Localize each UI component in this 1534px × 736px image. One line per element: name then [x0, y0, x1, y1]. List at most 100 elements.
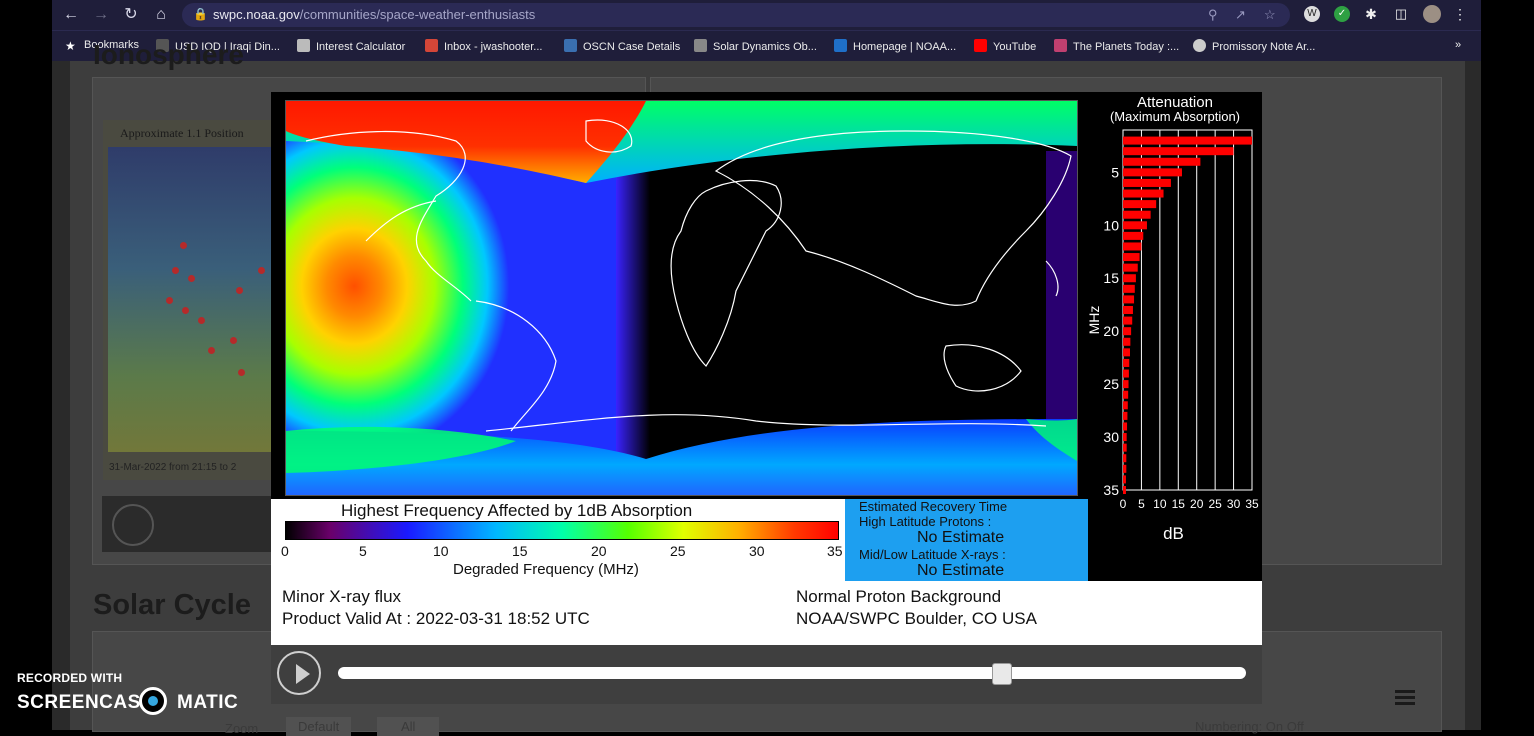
attenuation-bar	[1123, 295, 1135, 304]
animation-slider[interactable]	[338, 663, 1246, 685]
screencast-logo-icon	[139, 687, 167, 715]
attenuation-bar	[1123, 210, 1151, 219]
bookmark-item[interactable]: Homepage | NOAA...	[834, 39, 956, 53]
product-valid-time: Product Valid At : 2022-03-31 18:52 UTC	[282, 609, 590, 628]
url-text: swpc.noaa.gov/communities/space-weather-…	[213, 7, 536, 22]
colorbar-tick: 35	[827, 543, 843, 559]
more-bookmarks-icon[interactable]: »	[1455, 39, 1461, 51]
attenuation-bar	[1123, 168, 1182, 177]
attenuation-ytick-label: 25	[1103, 376, 1119, 392]
attenuation-bar	[1123, 454, 1127, 463]
attenuation-ytick-label: 20	[1103, 323, 1119, 339]
drap-image-viewer: Attenuation (Maximum Absorption) 5 10 15 20…	[271, 92, 1262, 704]
default-tab[interactable]: Default	[286, 717, 352, 736]
section-title-ionosphere: Ionosphere	[93, 39, 244, 70]
browser-toolbar: ← → ↻ ⌂ 🔒 swpc.noaa.gov/communities/spac…	[52, 0, 1481, 30]
hamburger-menu-icon[interactable]	[1395, 690, 1417, 706]
attenuation-bar	[1123, 443, 1127, 452]
sdo-icon	[694, 39, 707, 52]
check-extension-icon[interactable]: ✓	[1334, 6, 1350, 22]
bookmark-item[interactable]: Promissory Note Ar...	[1193, 39, 1315, 53]
w-extension-icon[interactable]: W	[1304, 6, 1320, 22]
attenuation-xtick-label: 30	[1227, 497, 1241, 511]
colorbar-tick: 15	[512, 543, 528, 559]
page-gutter-left	[52, 61, 70, 730]
attenuation-bar	[1123, 464, 1127, 473]
attenuation-bar	[1123, 485, 1126, 495]
attenuation-bar	[1123, 422, 1128, 431]
background-aurora-map: Approximate 1.1 Position 31-Mar-2022 fro…	[103, 120, 278, 480]
attenuation-bar	[1123, 358, 1130, 367]
attenuation-ytick-label: 15	[1103, 270, 1119, 286]
section-title-solar-cycle: Solar Cycle	[93, 589, 251, 621]
play-button[interactable]	[277, 651, 321, 695]
page-gutter-right	[1465, 61, 1481, 730]
all-tab[interactable]: All	[377, 717, 440, 736]
bookmark-item[interactable]: The Planets Today :...	[1054, 39, 1179, 53]
colorbar-gradient	[285, 521, 839, 540]
address-bar[interactable]: 🔒 swpc.noaa.gov/communities/space-weathe…	[182, 3, 1290, 27]
attenuation-xtick-label: 35	[1245, 497, 1259, 511]
attenuation-bar	[1123, 305, 1133, 315]
attenuation-bar	[1123, 136, 1252, 145]
background-map-caption: Approximate 1.1 Position	[120, 126, 244, 140]
menu-kebab-icon[interactable]: ⋮	[1452, 6, 1468, 22]
attenuation-bar	[1123, 475, 1126, 484]
bookmark-item[interactable]: OSCN Case Details	[564, 39, 680, 53]
bookmark-item[interactable]: Inbox - jwashooter...	[425, 39, 542, 53]
attenuation-xtick-label: 25	[1208, 497, 1222, 511]
extensions-puzzle-icon[interactable]: ✱	[1363, 6, 1379, 22]
attenuation-bar	[1123, 274, 1136, 283]
attenuation-bar	[1123, 242, 1142, 251]
globe-icon	[1193, 39, 1206, 52]
attenuation-y-axis-label: MHz	[1088, 306, 1102, 335]
attenuation-bar	[1123, 337, 1131, 346]
absorption-map-graphic	[286, 101, 1077, 495]
bookmarks-bar: ★ Bookmarks USD IQD | Iraqi Din... Intere…	[52, 30, 1481, 62]
xray-flux-status: Minor X-ray flux	[282, 587, 402, 606]
zoom-icon[interactable]: ⚲	[1208, 7, 1218, 23]
screencast-brand-right: MATIC	[177, 692, 239, 713]
colorbar-tick: 25	[670, 543, 686, 559]
youtube-icon	[974, 39, 987, 52]
attenuation-xtick-label: 5	[1138, 497, 1145, 511]
recorded-with-label: RECORDED WITH	[17, 671, 123, 685]
attenuation-ytick-label: 5	[1111, 164, 1119, 180]
background-player	[102, 496, 277, 552]
attenuation-x-axis-label: dB	[1163, 524, 1184, 543]
attenuation-ytick-label: 10	[1103, 217, 1119, 233]
high-latitude-value: No Estimate	[917, 529, 1005, 546]
forward-arrow-icon[interactable]: →	[90, 4, 112, 26]
background-map-image	[108, 147, 273, 452]
attenuation-bar	[1123, 147, 1234, 156]
bookmark-item[interactable]: Interest Calculator	[297, 39, 405, 53]
back-arrow-icon[interactable]: ←	[60, 4, 82, 26]
attenuation-ytick-label: 30	[1103, 429, 1119, 445]
attenuation-bar	[1123, 433, 1127, 442]
browser-window: ← → ↻ ⌂ 🔒 swpc.noaa.gov/communities/spac…	[52, 0, 1481, 62]
recovery-title: Estimated Recovery Time	[859, 499, 1008, 514]
shield-icon	[564, 39, 577, 52]
colorbar-tick: 0	[281, 543, 289, 559]
attenuation-bar	[1123, 327, 1132, 336]
bookmark-item[interactable]: YouTube	[974, 39, 1036, 53]
product-info: Minor X-ray flux Product Valid At : 2022…	[271, 581, 1262, 645]
share-icon[interactable]: ↗	[1235, 7, 1246, 23]
slider-thumb[interactable]	[991, 663, 1012, 685]
bookmark-star-icon[interactable]: ☆	[1264, 7, 1276, 23]
lock-icon: 🔒	[193, 7, 208, 21]
numbering-toggle[interactable]: Numbering: On Off	[1195, 719, 1304, 734]
reload-icon[interactable]: ↻	[120, 4, 142, 26]
attenuation-bar	[1123, 380, 1129, 389]
avatar[interactable]	[1423, 5, 1441, 23]
high-latitude-label: High Latitude Protons :	[859, 514, 992, 529]
proton-status: Normal Proton Background	[796, 587, 1002, 606]
attenuation-chart: Attenuation (Maximum Absorption) 5 10 15 20…	[1088, 92, 1262, 581]
side-panel-icon[interactable]: ◫	[1393, 6, 1409, 22]
attenuation-ytick-label: 35	[1103, 482, 1119, 498]
bookmark-item[interactable]: Solar Dynamics Ob...	[694, 39, 817, 53]
product-origin: NOAA/SWPC Boulder, CO USA	[796, 609, 1037, 628]
home-icon[interactable]: ⌂	[150, 4, 172, 26]
attenuation-bar	[1123, 178, 1171, 187]
star-icon: ★	[65, 39, 76, 53]
